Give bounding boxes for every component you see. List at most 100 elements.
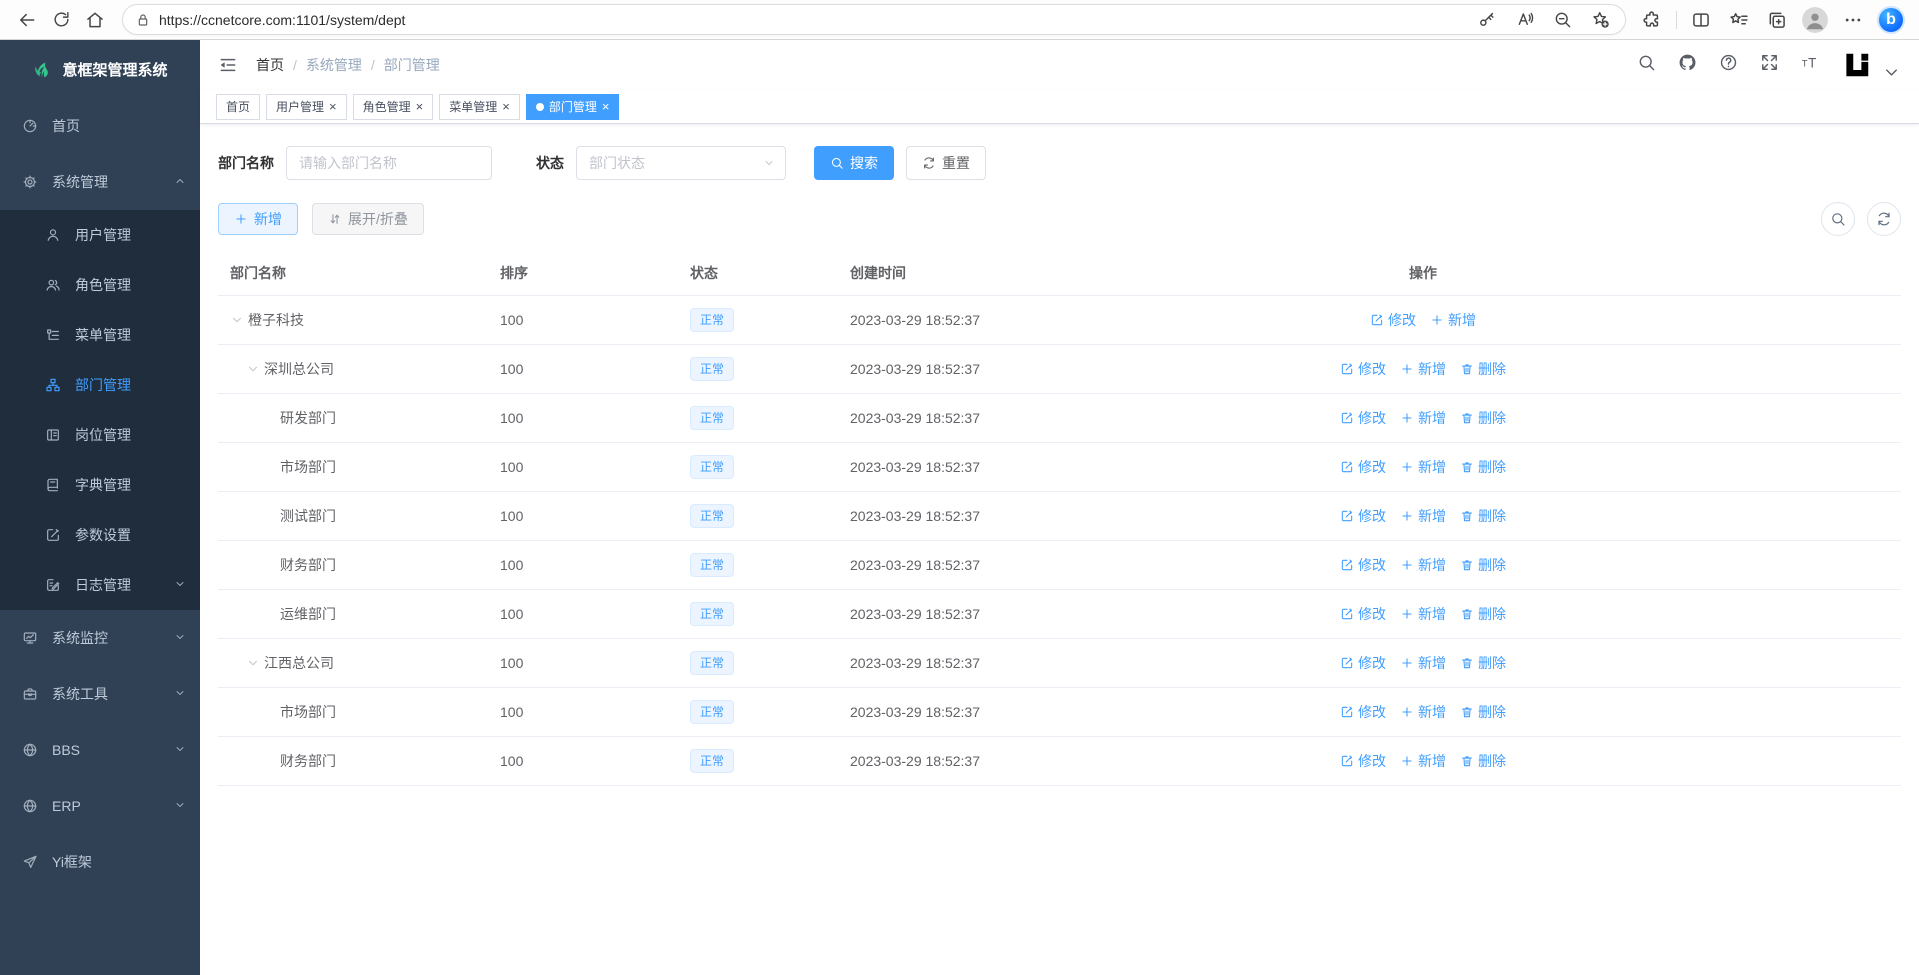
expand-arrow-icon[interactable] [246, 362, 264, 376]
user-avatar[interactable] [1842, 50, 1872, 80]
row-action-plus[interactable]: 新增 [1400, 457, 1446, 477]
close-tab-icon[interactable]: × [502, 100, 510, 113]
split-screen-button[interactable] [1685, 4, 1717, 36]
profile-button[interactable] [1799, 4, 1831, 36]
status-select[interactable]: 部门状态 [576, 146, 786, 180]
row-action-plus[interactable]: 新增 [1400, 702, 1446, 722]
sidebar-item-post[interactable]: 岗位管理 [0, 410, 200, 460]
caret-down-icon[interactable] [1882, 63, 1901, 82]
read-aloud-button[interactable] [1507, 4, 1541, 36]
sidebar-item-erp[interactable]: ERP [0, 778, 200, 834]
sidebar-item-dept[interactable]: 部门管理 [0, 360, 200, 410]
sidebar-item-monitor[interactable]: 系统监控 [0, 610, 200, 666]
row-action-trash[interactable]: 删除 [1460, 751, 1506, 771]
expand-collapse-button[interactable]: 展开/折叠 [312, 203, 424, 235]
browser-back-button[interactable] [10, 4, 44, 36]
row-action-plus[interactable]: 新增 [1400, 506, 1446, 526]
sidebar-item-yiframe[interactable]: Yi框架 [0, 834, 200, 890]
browser-home-button[interactable] [78, 4, 112, 36]
chevron-down-icon [174, 578, 186, 590]
sidebar-item-dict[interactable]: 字典管理 [0, 460, 200, 510]
address-bar[interactable]: https://ccnetcore.com:1101/system/dept [122, 4, 1626, 35]
sidebar-item-user[interactable]: 用户管理 [0, 210, 200, 260]
trash-icon [1460, 656, 1474, 670]
password-key-button[interactable] [1469, 4, 1503, 36]
row-action-edit-pen[interactable]: 修改 [1340, 653, 1386, 673]
row-action-edit-pen[interactable]: 修改 [1340, 751, 1386, 771]
row-action-plus[interactable]: 新增 [1430, 310, 1476, 330]
row-action-trash[interactable]: 删除 [1460, 555, 1506, 575]
row-action-trash[interactable]: 删除 [1460, 604, 1506, 624]
row-action-trash[interactable]: 删除 [1460, 359, 1506, 379]
header-font-size-button[interactable]: TT [1801, 53, 1820, 77]
close-tab-icon[interactable]: × [416, 100, 424, 113]
edit-pen-icon [1340, 509, 1354, 523]
bing-chat-button[interactable]: b [1875, 4, 1907, 36]
header-search-button[interactable] [1637, 53, 1656, 77]
row-action-plus[interactable]: 新增 [1400, 604, 1446, 624]
sidebar-toggle-button[interactable] [218, 55, 238, 75]
add-dept-button[interactable]: 新增 [218, 203, 298, 235]
row-action-trash[interactable]: 删除 [1460, 506, 1506, 526]
show-search-button[interactable] [1821, 202, 1855, 236]
row-action-trash[interactable]: 删除 [1460, 408, 1506, 428]
close-tab-icon[interactable]: × [602, 100, 610, 113]
expand-arrow-icon[interactable] [230, 313, 248, 327]
row-action-edit-pen[interactable]: 修改 [1340, 506, 1386, 526]
sidebar-item-system[interactable]: 系统管理 [0, 154, 200, 210]
add-favorite-button[interactable] [1583, 4, 1617, 36]
row-action-trash[interactable]: 删除 [1460, 653, 1506, 673]
row-action-edit-pen[interactable]: 修改 [1340, 359, 1386, 379]
tag-tab-部门管理[interactable]: 部门管理× [526, 94, 620, 120]
row-action-edit-pen[interactable]: 修改 [1340, 604, 1386, 624]
row-action-edit-pen[interactable]: 修改 [1340, 555, 1386, 575]
refresh-table-button[interactable] [1867, 202, 1901, 236]
header-question-button[interactable] [1719, 53, 1738, 77]
row-action-trash[interactable]: 删除 [1460, 457, 1506, 477]
breadcrumb-item[interactable]: 首页 [256, 55, 284, 75]
expand-arrow-icon[interactable] [246, 656, 264, 670]
row-action-edit-pen[interactable]: 修改 [1340, 702, 1386, 722]
sidebar-item-home[interactable]: 首页 [0, 98, 200, 154]
zoom-out-button[interactable] [1545, 4, 1579, 36]
svg-text:T: T [1808, 55, 1816, 70]
browser-menu-button[interactable] [1837, 4, 1869, 36]
browser-essentials-button[interactable] [1636, 4, 1668, 36]
table-row: 市场部门 100 正常 2023-03-29 18:52:37 修改新增删除 [218, 688, 1901, 737]
sidebar-item-menu[interactable]: 菜单管理 [0, 310, 200, 360]
browser-reload-button[interactable] [44, 4, 78, 36]
collections-button[interactable] [1761, 4, 1793, 36]
action-label: 新增 [1448, 310, 1476, 330]
header-fullscreen-button[interactable] [1760, 53, 1779, 77]
close-tab-icon[interactable]: × [329, 100, 337, 113]
sidebar-item-log[interactable]: 日志管理 [0, 560, 200, 610]
row-action-plus[interactable]: 新增 [1400, 653, 1446, 673]
tag-tab-用户管理[interactable]: 用户管理× [266, 94, 347, 120]
search-button[interactable]: 搜索 [814, 146, 894, 180]
tag-tab-角色管理[interactable]: 角色管理× [353, 94, 434, 120]
tag-tab-菜单管理[interactable]: 菜单管理× [439, 94, 520, 120]
sidebar-item-tools[interactable]: 系统工具 [0, 666, 200, 722]
row-action-edit-pen[interactable]: 修改 [1340, 408, 1386, 428]
row-action-plus[interactable]: 新增 [1400, 359, 1446, 379]
row-action-trash[interactable]: 删除 [1460, 702, 1506, 722]
row-action-edit-pen[interactable]: 修改 [1370, 310, 1416, 330]
header-github-button[interactable] [1678, 53, 1697, 77]
row-action-plus[interactable]: 新增 [1400, 751, 1446, 771]
row-action-edit-pen[interactable]: 修改 [1340, 457, 1386, 477]
breadcrumb-separator: / [371, 57, 375, 73]
sidebar-item-config[interactable]: 参数设置 [0, 510, 200, 560]
favorites-button[interactable] [1723, 4, 1755, 36]
sidebar-item-role[interactable]: 角色管理 [0, 260, 200, 310]
breadcrumb-separator: / [293, 57, 297, 73]
row-action-plus[interactable]: 新增 [1400, 555, 1446, 575]
action-label: 删除 [1478, 555, 1506, 575]
log-edit-icon [45, 577, 61, 593]
star-add-icon [1591, 10, 1610, 29]
reset-button[interactable]: 重置 [906, 146, 986, 180]
sidebar-item-bbs[interactable]: BBS [0, 722, 200, 778]
row-action-plus[interactable]: 新增 [1400, 408, 1446, 428]
dept-name-input[interactable] [286, 146, 492, 180]
url-text[interactable]: https://ccnetcore.com:1101/system/dept [159, 12, 1469, 28]
tag-tab-首页[interactable]: 首页 [216, 94, 260, 120]
